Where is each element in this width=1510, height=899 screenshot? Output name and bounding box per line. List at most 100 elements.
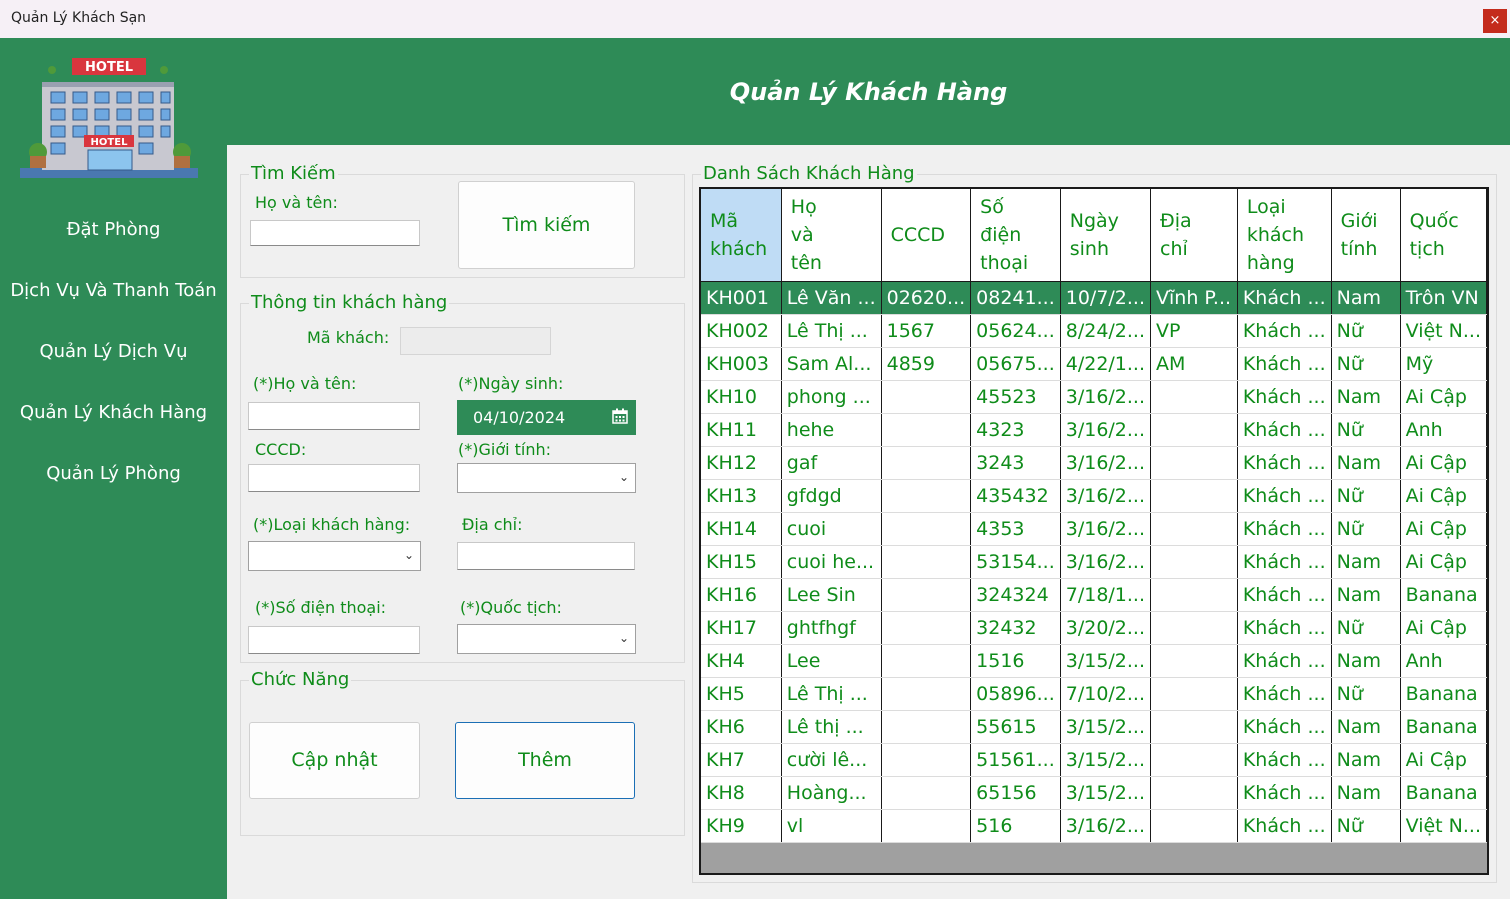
table-cell[interactable]: 05675... xyxy=(970,347,1061,381)
table-row[interactable]: KH001 Lê Văn ... 02620... 08241... 10/7/2...… xyxy=(701,281,1487,315)
table-cell[interactable]: KH10 xyxy=(701,380,782,414)
table-cell[interactable]: Nam xyxy=(1331,644,1401,678)
nav-quan-ly-khach-hang[interactable]: Quản Lý Khách Hàng xyxy=(0,402,227,423)
table-cell[interactable] xyxy=(1150,545,1238,579)
table-cell[interactable]: Khách ... xyxy=(1237,479,1332,513)
table-cell[interactable]: 02620... xyxy=(881,281,972,315)
table-cell[interactable]: KH12 xyxy=(701,446,782,480)
phone-field[interactable] xyxy=(248,626,420,654)
table-cell[interactable]: KH14 xyxy=(701,512,782,546)
table-cell[interactable] xyxy=(1150,380,1238,414)
table-cell[interactable]: 3/15/2... xyxy=(1060,776,1152,810)
table-cell[interactable]: Nữ xyxy=(1331,809,1401,843)
table-cell[interactable]: 1567 xyxy=(881,314,972,348)
table-cell[interactable]: 435432 xyxy=(970,479,1061,513)
table-cell[interactable]: Nữ xyxy=(1331,611,1401,645)
table-cell[interactable]: gaf xyxy=(781,446,882,480)
table-cell[interactable]: Banana xyxy=(1400,578,1487,612)
table-cell[interactable]: VP xyxy=(1150,314,1238,348)
table-cell[interactable]: cuoi xyxy=(781,512,882,546)
table-cell[interactable]: AM xyxy=(1150,347,1238,381)
table-cell[interactable]: Mỹ xyxy=(1400,347,1487,381)
table-cell[interactable] xyxy=(1150,644,1238,678)
table-cell[interactable]: 3/16/2... xyxy=(1060,380,1152,414)
nationality-select[interactable]: ⌄ xyxy=(457,624,636,654)
column-header[interactable]: Giới tính xyxy=(1331,189,1401,282)
table-row[interactable]: KH7 cười lê... 51561... 3/15/2... Khách ... N… xyxy=(701,743,1487,777)
table-row[interactable]: KH002 Lê Thị ... 1567 05624... 8/24/2... VP Kh… xyxy=(701,314,1487,348)
table-cell[interactable]: Ai Cập xyxy=(1400,743,1487,777)
table-cell[interactable]: 3/16/2... xyxy=(1060,479,1152,513)
table-cell[interactable] xyxy=(1150,611,1238,645)
table-cell[interactable]: cười lê... xyxy=(781,743,882,777)
table-cell[interactable]: Nam xyxy=(1331,380,1401,414)
table-cell[interactable]: KH002 xyxy=(701,314,782,348)
column-header[interactable]: Số điện thoại xyxy=(970,189,1061,282)
table-cell[interactable]: 51561... xyxy=(970,743,1061,777)
table-cell[interactable]: 8/24/2... xyxy=(1060,314,1152,348)
nav-dich-vu-thanh-toan[interactable]: Dịch Vụ Và Thanh Toán xyxy=(0,280,227,301)
table-cell[interactable] xyxy=(881,413,972,447)
table-cell[interactable]: 324324 xyxy=(970,578,1061,612)
table-cell[interactable]: Nam xyxy=(1331,743,1401,777)
nav-quan-ly-phong[interactable]: Quản Lý Phòng xyxy=(0,463,227,484)
table-cell[interactable]: Anh xyxy=(1400,644,1487,678)
add-button[interactable]: Thêm xyxy=(455,722,635,799)
table-cell[interactable]: Anh xyxy=(1400,413,1487,447)
table-cell[interactable] xyxy=(1150,413,1238,447)
table-cell[interactable]: Nữ xyxy=(1331,677,1401,711)
table-cell[interactable]: Hoàng... xyxy=(781,776,882,810)
table-cell[interactable] xyxy=(881,644,972,678)
table-cell[interactable]: Nữ xyxy=(1331,479,1401,513)
table-cell[interactable]: 4859 xyxy=(881,347,972,381)
table-row[interactable]: KH5 Lê Thị ... 05896... 7/10/2... Khách ... N… xyxy=(701,677,1487,711)
table-cell[interactable]: Khách ... xyxy=(1237,710,1332,744)
table-cell[interactable]: Khách ... xyxy=(1237,281,1332,315)
table-cell[interactable]: Khách ... xyxy=(1237,677,1332,711)
table-cell[interactable]: Ai Cập xyxy=(1400,446,1487,480)
table-cell[interactable] xyxy=(881,512,972,546)
table-cell[interactable] xyxy=(881,545,972,579)
table-cell[interactable]: Việt N... xyxy=(1400,809,1487,843)
table-cell[interactable]: Nam xyxy=(1331,710,1401,744)
column-header[interactable]: CCCD xyxy=(881,189,972,282)
cccd-field[interactable] xyxy=(248,464,420,492)
table-cell[interactable]: Lê thị ... xyxy=(781,710,882,744)
dob-date-picker[interactable]: 04/10/2024 xyxy=(457,400,636,435)
table-cell[interactable]: 4/22/1... xyxy=(1060,347,1152,381)
table-cell[interactable] xyxy=(881,380,972,414)
table-cell[interactable]: Ai Cập xyxy=(1400,545,1487,579)
table-cell[interactable]: 3/20/2... xyxy=(1060,611,1152,645)
table-row[interactable]: KH12 gaf 3243 3/16/2... Khách ... Nam Ai Cập xyxy=(701,446,1487,480)
table-cell[interactable]: Ai Cập xyxy=(1400,479,1487,513)
table-cell[interactable]: KH6 xyxy=(701,710,782,744)
table-cell[interactable] xyxy=(1150,578,1238,612)
table-cell[interactable] xyxy=(881,776,972,810)
table-cell[interactable]: Khách ... xyxy=(1237,743,1332,777)
table-cell[interactable]: Banana xyxy=(1400,776,1487,810)
customer-type-select[interactable]: ⌄ xyxy=(248,541,421,571)
table-cell[interactable]: Nữ xyxy=(1331,413,1401,447)
table-cell[interactable]: Lee Sin xyxy=(781,578,882,612)
table-cell[interactable] xyxy=(1150,809,1238,843)
table-cell[interactable]: KH7 xyxy=(701,743,782,777)
table-cell[interactable] xyxy=(881,710,972,744)
table-cell[interactable]: KH8 xyxy=(701,776,782,810)
table-row[interactable]: KH003 Sam Al... 4859 05675... 4/22/1... AM Khá… xyxy=(701,347,1487,381)
table-cell[interactable] xyxy=(1150,677,1238,711)
table-cell[interactable]: 45523 xyxy=(970,380,1061,414)
table-cell[interactable]: 4353 xyxy=(970,512,1061,546)
table-cell[interactable]: Vĩnh P... xyxy=(1150,281,1238,315)
table-cell[interactable]: 3/16/2... xyxy=(1060,446,1152,480)
table-cell[interactable]: Khách ... xyxy=(1237,446,1332,480)
table-cell[interactable]: 55615 xyxy=(970,710,1061,744)
table-cell[interactable]: Khách ... xyxy=(1237,545,1332,579)
column-header[interactable]: Loại khách hàng xyxy=(1237,189,1332,282)
table-cell[interactable]: Khách ... xyxy=(1237,809,1332,843)
table-cell[interactable]: Banana xyxy=(1400,710,1487,744)
table-cell[interactable]: Lee xyxy=(781,644,882,678)
table-row[interactable]: KH4 Lee 1516 3/15/2... Khách ... Nam Anh xyxy=(701,644,1487,678)
table-cell[interactable]: Khách ... xyxy=(1237,578,1332,612)
table-cell[interactable]: 3/16/2... xyxy=(1060,512,1152,546)
table-cell[interactable]: Nam xyxy=(1331,281,1401,315)
